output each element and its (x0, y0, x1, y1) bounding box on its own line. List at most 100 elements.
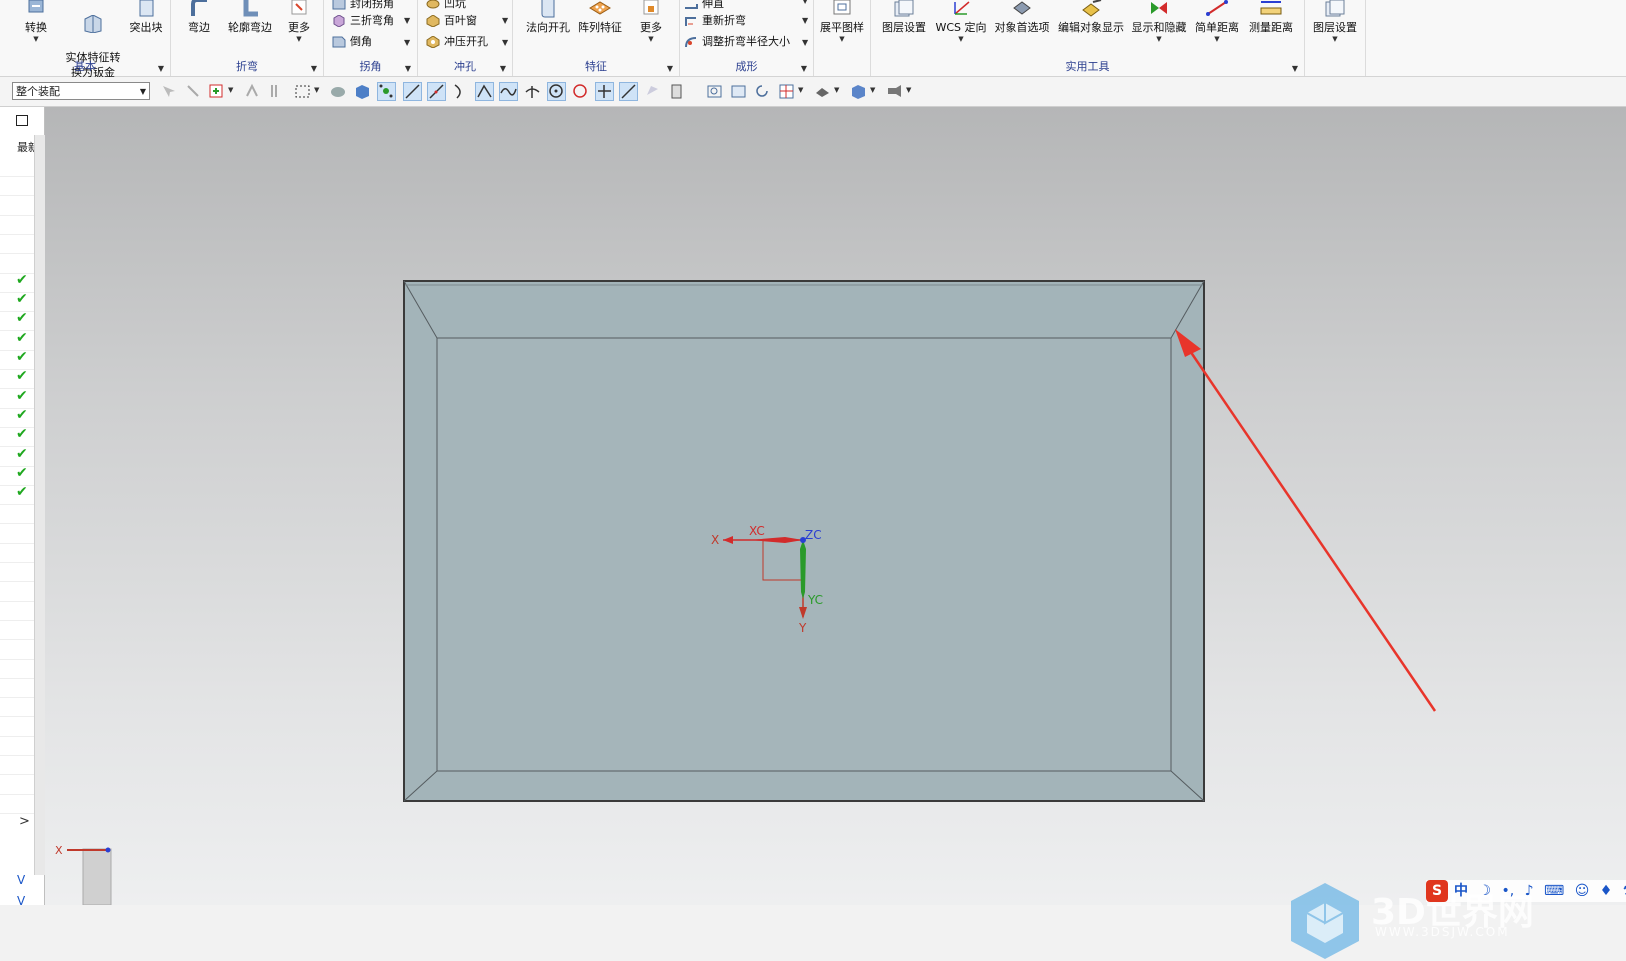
edit-object-display-button[interactable]: 编辑对象显示 (1055, 0, 1127, 35)
checkmark-icon[interactable]: ✔ (16, 465, 28, 481)
bounded-grid-icon[interactable] (644, 83, 661, 100)
chevron-down-icon[interactable]: ▼ (404, 16, 410, 25)
orient-view-icon[interactable] (778, 83, 795, 100)
group-expand-icon[interactable]: ▼ (667, 64, 673, 73)
navigator-row[interactable] (0, 581, 34, 602)
navigator-row[interactable]: ✔ (0, 426, 34, 448)
flange-button[interactable]: 弯边 (179, 0, 219, 35)
navigator-row[interactable] (0, 195, 34, 216)
keyboard-icon[interactable]: ⌨ (1544, 883, 1564, 899)
drawn-cutout-row[interactable]: 冲压开孔 (426, 32, 488, 52)
contour-flange-button[interactable]: 轮廓弯边 (225, 0, 275, 35)
chevron-down-icon[interactable]: ▼ (502, 16, 508, 25)
checkmark-icon[interactable]: ✔ (16, 349, 28, 365)
checkmark-icon[interactable]: ✔ (16, 388, 28, 404)
navigator-row[interactable] (0, 561, 34, 583)
tab-block-button[interactable]: 突出块 (126, 0, 166, 35)
navigator-row[interactable]: ✔ (0, 368, 34, 390)
checkmark-icon[interactable]: ✔ (16, 272, 28, 288)
fit-view-icon[interactable] (706, 83, 723, 100)
skin-icon[interactable]: ♦ (1600, 883, 1613, 899)
expand-down-icon[interactable]: V (17, 894, 25, 908)
navigator-row[interactable] (0, 175, 34, 197)
layer-settings-button-2[interactable]: 图层设置 ▼ (1309, 0, 1361, 43)
chevron-down-icon[interactable]: ▼ (816, 35, 868, 43)
curve-point-icon[interactable] (452, 83, 469, 100)
checkmark-icon[interactable]: ✔ (16, 310, 28, 326)
quadrant-point-icon[interactable] (572, 83, 589, 100)
navigator-row[interactable] (0, 233, 34, 255)
graphics-window[interactable]: X XC ZC YC Y X 3D世界网 WWW.3DSJW.COM (45, 107, 1626, 959)
feature-more-button[interactable]: 更多 ▼ (631, 0, 671, 43)
navigator-row[interactable]: ✔ (0, 407, 34, 428)
group-expand-icon[interactable]: ▼ (1292, 64, 1298, 73)
moon-icon[interactable]: ☽ (1478, 883, 1491, 899)
navigator-row[interactable] (0, 639, 34, 660)
camera-icon[interactable] (886, 83, 903, 100)
group-expand-icon[interactable]: ▼ (405, 64, 411, 73)
three-bend-corner-row[interactable]: 三折弯角 (332, 11, 394, 31)
navigator-row[interactable] (0, 774, 34, 795)
navigator-row[interactable] (0, 503, 34, 525)
navigator-row[interactable] (0, 677, 34, 699)
chevron-down-icon[interactable]: ▼ (933, 35, 989, 43)
maximize-icon[interactable] (16, 115, 28, 126)
resize-bend-radius-row[interactable]: 调整折弯半径大小 (684, 32, 790, 52)
chevron-down-icon[interactable]: ▼ (1309, 35, 1361, 43)
ime-logo[interactable]: S (1426, 880, 1448, 902)
navigator-row[interactable]: ✔ (0, 446, 34, 467)
louver-row[interactable]: 百叶窗 (426, 11, 477, 31)
shaded-body-icon[interactable] (330, 83, 347, 100)
navigator-row[interactable]: ✔ (0, 310, 34, 332)
navigator-row[interactable] (0, 619, 34, 641)
checkmark-icon[interactable]: ✔ (16, 446, 28, 462)
snap-points-icon[interactable] (377, 82, 396, 101)
checkmark-icon[interactable]: ✔ (16, 426, 28, 442)
chamfer-row[interactable]: 倒角 (332, 32, 372, 52)
expand-down-icon[interactable]: V (17, 873, 25, 887)
navigator-row[interactable] (0, 735, 34, 756)
navigator-row[interactable] (0, 523, 34, 544)
navigator-row[interactable] (0, 156, 34, 177)
navigator-row[interactable]: ✔ (0, 388, 34, 409)
measure-distance-button[interactable]: 测量距离 (1245, 0, 1297, 35)
intersection-point-icon[interactable] (475, 82, 494, 101)
gallery-expand-icon[interactable]: ▼ (502, 38, 508, 47)
chevron-down-icon[interactable]: ▼ (1129, 35, 1189, 43)
rotate-icon[interactable] (754, 83, 771, 100)
checkmark-icon[interactable]: ✔ (16, 407, 28, 423)
expand-right-icon[interactable]: > (19, 814, 30, 829)
navigator-row[interactable]: ✔ (0, 349, 34, 370)
navigator-row[interactable] (0, 542, 34, 563)
checkmark-icon[interactable]: ✔ (16, 368, 28, 384)
group-expand-icon[interactable]: ▼ (311, 64, 317, 73)
point-on-curve-icon[interactable] (595, 82, 614, 101)
chevron-down-icon[interactable]: ▼ (314, 86, 319, 94)
microphone-icon[interactable]: ♪ (1525, 883, 1534, 899)
point-on-face-icon[interactable] (619, 82, 638, 101)
chevron-down-icon[interactable]: ▼ (870, 86, 875, 94)
navigator-row[interactable] (0, 793, 34, 814)
navigator-row[interactable] (0, 696, 34, 718)
chevron-down-icon[interactable]: ▼ (798, 86, 803, 94)
gallery-expand-icon[interactable]: ▼ (404, 38, 410, 47)
convert-button[interactable]: 转换 ▼ (16, 0, 56, 43)
navigator-row[interactable] (0, 253, 34, 274)
navigator-row[interactable]: ✔ (0, 272, 34, 293)
ime-mode[interactable]: 中 (1454, 883, 1468, 899)
navigator-row[interactable] (0, 600, 34, 621)
end-point-icon[interactable] (403, 82, 422, 101)
chevron-down-icon[interactable]: ▼ (16, 35, 56, 43)
rebend-row[interactable]: 重新折弯 (684, 11, 746, 31)
navigator-row[interactable] (0, 754, 34, 776)
chevron-down-icon[interactable]: ▼ (802, 0, 808, 5)
bend-more-button[interactable]: 更多 ▼ (281, 0, 317, 43)
type-filter-icon[interactable] (208, 83, 225, 100)
navigator-row[interactable]: ✔ (0, 465, 34, 486)
group-expand-icon[interactable]: ▼ (801, 64, 807, 73)
render-style-icon[interactable] (814, 83, 831, 100)
layer-settings-button[interactable]: 图层设置 (879, 0, 929, 35)
chevron-down-icon[interactable]: ▼ (906, 86, 911, 94)
mid-point-icon[interactable] (427, 82, 446, 101)
pick-icon[interactable] (268, 83, 285, 100)
